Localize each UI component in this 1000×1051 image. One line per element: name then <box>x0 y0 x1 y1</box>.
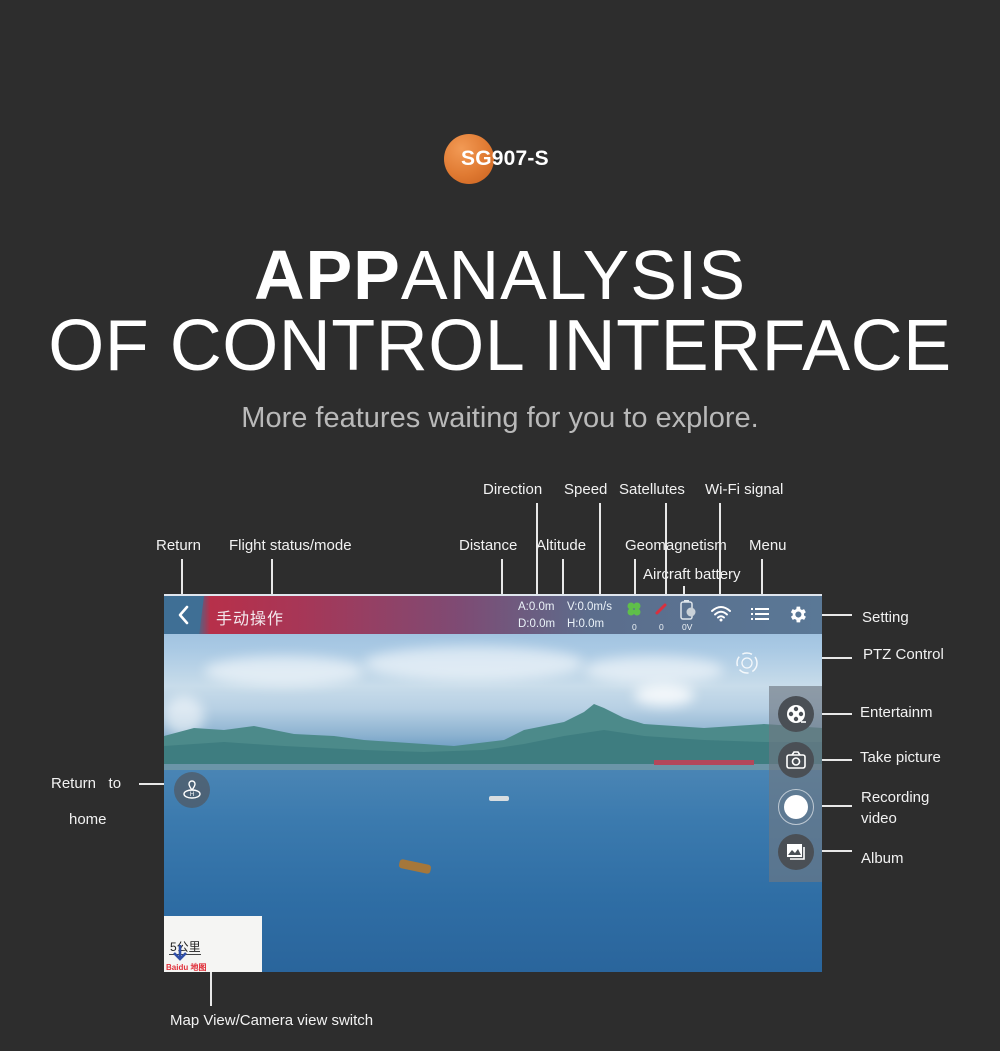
leader-line <box>822 713 852 715</box>
film-reel-icon <box>787 705 806 723</box>
svg-text:H: H <box>190 792 194 798</box>
headline-line2: OF CONTROL INTERFACE <box>48 306 952 386</box>
callout-return-home-1: Return to <box>51 775 122 792</box>
direction-readout: A:0.0m <box>518 601 555 613</box>
leader-line <box>210 972 212 1006</box>
map-pointer-icon <box>173 945 187 961</box>
gimbal-icon[interactable] <box>734 648 760 678</box>
callout-return: Return <box>156 537 202 554</box>
boat <box>489 796 509 801</box>
callout-recording-2: video <box>861 810 897 827</box>
leader-line <box>822 759 852 761</box>
callout-altitude: Altitude <box>536 537 587 554</box>
headline-line1: APPANALYSIS <box>0 236 1000 314</box>
take-picture-button[interactable] <box>778 742 814 778</box>
callout-wifi: Wi-Fi signal <box>705 481 784 498</box>
leader-line <box>536 503 538 595</box>
menu-icon[interactable] <box>751 606 769 622</box>
leader-line <box>599 503 601 595</box>
callout-take-picture: Take picture <box>860 749 941 766</box>
leader-line <box>501 559 503 595</box>
top-status-bar: 手动操作 A:0.0m D:0.0m V:0.0m/s H:0.0m 0 0 0… <box>164 596 822 634</box>
callout-speed: Speed <box>564 481 608 498</box>
app-screen: 手动操作 A:0.0m D:0.0m V:0.0m/s H:0.0m 0 0 0… <box>164 594 822 972</box>
speed-readout: V:0.0m/s <box>567 601 612 613</box>
callout-return-home-2: home <box>69 811 107 828</box>
gear-icon[interactable] <box>787 604 808 625</box>
leader-line <box>822 850 852 852</box>
leader-line <box>634 559 636 595</box>
callout-ptz: PTZ Control <box>863 646 944 663</box>
callout-album: Album <box>861 850 904 867</box>
callout-flight-status: Flight status/mode <box>229 537 352 554</box>
leader-line <box>822 805 852 807</box>
callout-entertainment: Entertainm <box>860 704 933 721</box>
chevron-left-icon <box>178 605 189 625</box>
headline-bold: APP <box>253 236 401 314</box>
compass-icon <box>655 603 667 615</box>
subtitle: More features waiting for you to explore… <box>241 402 759 434</box>
back-button[interactable] <box>172 602 196 628</box>
flight-mode-label[interactable]: 手动操作 <box>216 605 284 629</box>
map-logo: Baidu 地图 <box>166 963 207 972</box>
album-icon <box>787 844 805 860</box>
entertainment-button[interactable] <box>778 696 814 732</box>
satellite-count: 0 <box>632 622 637 632</box>
battery-icon <box>680 600 696 620</box>
leader-line <box>665 503 667 595</box>
battery-voltage: 0V <box>682 622 693 632</box>
leader-line <box>271 559 273 595</box>
boat <box>398 858 432 875</box>
camera-icon <box>786 751 806 769</box>
leader-line <box>562 559 564 595</box>
callout-satellites: Satellutes <box>619 481 685 498</box>
geomagnetism-count: 0 <box>659 622 664 632</box>
callout-direction: Direction <box>483 481 543 498</box>
home-pin-icon: H <box>183 780 201 799</box>
callout-distance: Distance <box>459 537 518 554</box>
headline-rest: ANALYSIS <box>400 236 747 314</box>
callout-battery: Aircraft battery <box>643 566 741 583</box>
album-button[interactable] <box>778 834 814 870</box>
brand-badge: SG907-S <box>444 134 584 184</box>
map-view-switch[interactable]: 5公里 Baidu 地图 <box>164 916 262 972</box>
leader-line <box>822 614 852 616</box>
callout-map-switch: Map View/Camera view switch <box>170 1012 374 1029</box>
record-icon <box>784 795 808 819</box>
wifi-icon <box>711 606 731 622</box>
callout-setting: Setting <box>862 609 909 626</box>
brand-model: SG907-S <box>461 147 549 170</box>
camera-side-panel <box>769 686 822 882</box>
leader-line <box>761 559 763 595</box>
leader-line <box>181 559 183 595</box>
leader-line <box>719 503 721 595</box>
altitude-readout: H:0.0m <box>567 618 605 630</box>
distance-readout: D:0.0m <box>518 618 556 630</box>
leader-line <box>139 783 164 785</box>
record-video-button[interactable] <box>778 789 814 825</box>
mountains-illustration <box>164 704 822 770</box>
satellite-icon <box>627 602 641 616</box>
return-home-button[interactable]: H <box>174 772 210 808</box>
callout-recording-1: Recording <box>861 789 930 806</box>
callout-geomagnetism: Geomagnetism <box>625 537 727 554</box>
callout-menu: Menu <box>749 537 787 554</box>
